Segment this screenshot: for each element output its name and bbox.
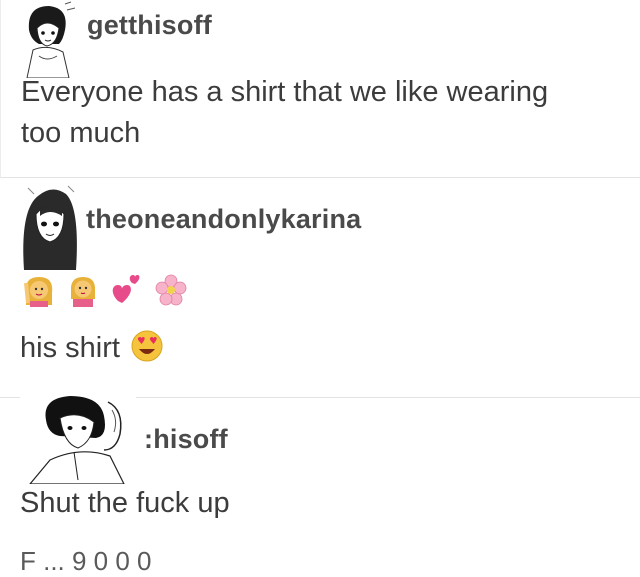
username[interactable]: theoneandonlykarina xyxy=(86,204,361,235)
post-text: Everyone has a shirt that we like wearin… xyxy=(21,76,549,149)
two-hearts-icon xyxy=(112,275,140,303)
cherry-blossom-icon xyxy=(155,274,187,306)
woman-gesturing-ok-icon xyxy=(70,277,96,307)
post-hisoff: :hisoff Shut the fuck up xyxy=(0,390,640,558)
anime-girl-avatar-icon[interactable] xyxy=(18,180,82,270)
post-text-content: his shirt xyxy=(20,332,120,364)
username[interactable]: getthisoff xyxy=(87,10,212,41)
woman-raising-hand-icon xyxy=(24,277,53,307)
post-text: Shut the fuck up xyxy=(20,487,230,519)
username[interactable]: :hisoff xyxy=(144,424,228,455)
post-getthisoff: getthisoff Everyone has a shirt that we … xyxy=(0,0,640,178)
emoji-row xyxy=(22,270,188,310)
post-text: his shirt xyxy=(20,328,164,369)
anime-girl-avatar-icon[interactable] xyxy=(19,0,77,78)
post-theoneandonlykarina: theoneandonlykarina his shirt xyxy=(0,178,640,398)
heart-eyes-smiley-icon xyxy=(131,330,163,362)
cut-off-footer-text: F ... 9 0 0 0 xyxy=(20,546,152,576)
anime-couple-avatar-icon[interactable] xyxy=(20,390,136,484)
